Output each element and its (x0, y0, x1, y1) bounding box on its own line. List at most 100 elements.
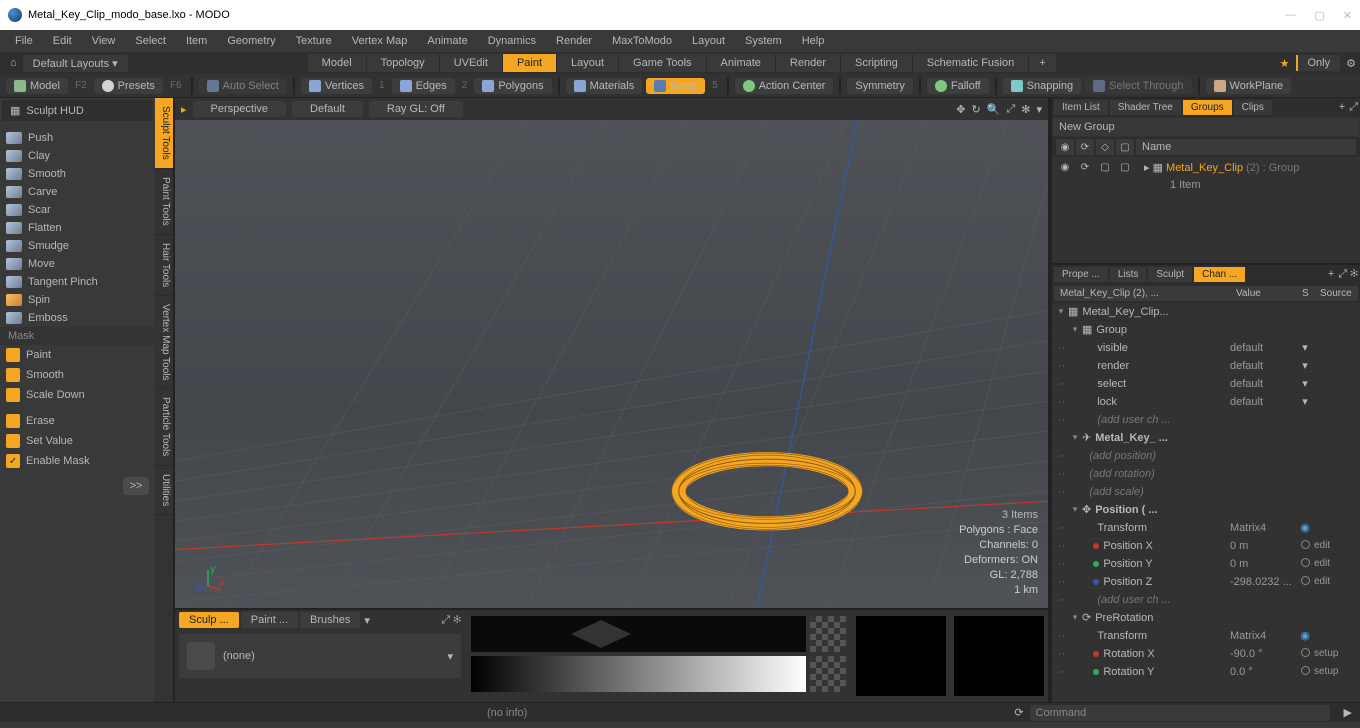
chevron-down-icon[interactable]: ▾ (447, 650, 453, 663)
tool-clay[interactable]: Clay (0, 147, 155, 165)
tab-uvedit[interactable]: UVEdit (440, 54, 503, 72)
tool-move[interactable]: Move (0, 255, 155, 273)
vtab-utilities[interactable]: Utilities (155, 466, 173, 515)
gear-icon[interactable]: ⚙ (1346, 57, 1356, 70)
close-button[interactable]: ✕ (1343, 9, 1352, 22)
rtab-channels[interactable]: Chan ... (1194, 267, 1245, 282)
move-icon[interactable]: ✥ (956, 103, 965, 116)
vtab-paint[interactable]: Paint Tools (155, 169, 173, 235)
menu-animate[interactable]: Animate (418, 33, 476, 49)
mask-smooth[interactable]: Smooth (0, 365, 155, 385)
maximize-button[interactable]: ▢ (1314, 9, 1324, 22)
rtab-itemlist[interactable]: Item List (1054, 100, 1108, 115)
ch-metalkey[interactable]: ▾✈Metal_Key_ ... (1052, 429, 1360, 447)
mask-scaledown[interactable]: Scale Down (0, 385, 155, 405)
rtab-clips[interactable]: Clips (1234, 100, 1272, 115)
vtab-hair[interactable]: Hair Tools (155, 235, 173, 296)
ch-prerot[interactable]: ▾⟳PreRotation (1052, 609, 1360, 627)
tab-scripting[interactable]: Scripting (841, 54, 913, 72)
viewport-options-icon[interactable]: ▸ (181, 103, 187, 116)
tab-animate[interactable]: Animate (707, 54, 776, 72)
ch-addrot[interactable]: ··(add rotation) (1052, 465, 1360, 483)
expand-icon[interactable]: ⤢ ✻ (1338, 268, 1358, 281)
vtab-particle[interactable]: Particle Tools (155, 389, 173, 465)
btab-brushes[interactable]: Brushes (300, 612, 360, 628)
checker-thumb-2[interactable] (810, 656, 846, 692)
checker-thumb-1[interactable] (810, 616, 846, 652)
view-default[interactable]: Default (292, 101, 363, 117)
sculpt-hud-button[interactable]: ▦ Sculpt HUD (2, 100, 153, 121)
only-button[interactable]: Only (1296, 55, 1341, 71)
tab-paint[interactable]: Paint (503, 54, 557, 72)
ch-addscl[interactable]: ··(add scale) (1052, 483, 1360, 501)
menu-edit[interactable]: Edit (44, 33, 81, 49)
ch-addch2[interactable]: ··(add user ch ... (1052, 591, 1360, 609)
presets-button[interactable]: Presets (94, 78, 163, 94)
ch-posx[interactable]: ··Position X0 medit (1052, 537, 1360, 555)
snapping-button[interactable]: Snapping (1003, 78, 1082, 94)
tab-topology[interactable]: Topology (367, 54, 440, 72)
mask-setvalue[interactable]: Set Value (0, 431, 155, 451)
col-icon[interactable]: ◇ (1096, 139, 1114, 155)
rtab-properties[interactable]: Prope ... (1054, 267, 1108, 282)
materials-button[interactable]: Materials (566, 78, 643, 94)
group-item[interactable]: ◉⟳▢▢ ▸ ▦ Metal_Key_Clip (2) : Group (1052, 157, 1360, 177)
rtab-lists[interactable]: Lists (1110, 267, 1147, 282)
chevron-down-icon[interactable]: ▾ (1036, 103, 1042, 116)
vertices-button[interactable]: Vertices (301, 78, 372, 94)
btab-paint[interactable]: Paint ... (241, 612, 298, 628)
edges-button[interactable]: Edges (392, 78, 455, 94)
vtab-sculpt[interactable]: Sculpt Tools (155, 98, 173, 169)
menu-render[interactable]: Render (547, 33, 601, 49)
menu-item[interactable]: Item (177, 33, 216, 49)
rtab-shadertree[interactable]: Shader Tree (1110, 100, 1181, 115)
menu-system[interactable]: System (736, 33, 791, 49)
menu-layout[interactable]: Layout (683, 33, 734, 49)
tab-schematic[interactable]: Schematic Fusion (913, 54, 1029, 72)
menu-texture[interactable]: Texture (287, 33, 341, 49)
ch-group[interactable]: ▾▦Group (1052, 321, 1360, 339)
expand-icon[interactable]: ⤢ ✻ (441, 614, 461, 627)
menu-view[interactable]: View (83, 33, 125, 49)
gear-icon[interactable]: ✻ (1021, 103, 1030, 116)
rtab-groups[interactable]: Groups (1183, 100, 1232, 115)
ch-lock[interactable]: ··lockdefault▾ (1052, 393, 1360, 411)
layouts-dropdown[interactable]: Default Layouts ▾ (23, 55, 128, 72)
viewport-3d[interactable]: xyz 3 Items Polygons : Face Channels: 0 … (175, 120, 1048, 608)
tool-tangentpinch[interactable]: Tangent Pinch (0, 273, 155, 291)
mask-erase[interactable]: Erase (0, 411, 155, 431)
expand-icon[interactable]: ⤢ (1349, 101, 1358, 114)
rtab-sculpt[interactable]: Sculpt (1148, 267, 1192, 282)
mask-enable[interactable]: ✓Enable Mask (0, 451, 155, 471)
ch-addpos[interactable]: ··(add position) (1052, 447, 1360, 465)
tool-scar[interactable]: Scar (0, 201, 155, 219)
ch-select[interactable]: ··selectdefault▾ (1052, 375, 1360, 393)
menu-geometry[interactable]: Geometry (218, 33, 284, 49)
command-input[interactable]: Command (1030, 705, 1330, 721)
fit-icon[interactable]: ⤢ (1006, 103, 1015, 116)
eye-icon[interactable]: ◉ (1056, 139, 1074, 155)
btab-sculpt[interactable]: Sculp ... (179, 612, 239, 628)
ch-position[interactable]: ▾✥Position ( ... (1052, 501, 1360, 519)
polygons-button[interactable]: Polygons (474, 78, 551, 94)
ch-root[interactable]: ▾▦Metal_Key_Clip... (1052, 303, 1360, 321)
view-perspective[interactable]: Perspective (193, 101, 286, 117)
link-icon[interactable]: ⟳ (1076, 139, 1094, 155)
tool-spin[interactable]: Spin (0, 291, 155, 309)
vtab-vertexmap[interactable]: Vertex Map Tools (155, 296, 173, 390)
tool-flatten[interactable]: Flatten (0, 219, 155, 237)
items-button[interactable]: Items (646, 78, 705, 94)
tool-smooth[interactable]: Smooth (0, 165, 155, 183)
add-icon[interactable]: + (1339, 101, 1345, 114)
ch-visible[interactable]: ··visibledefault▾ (1052, 339, 1360, 357)
chevron-down-icon[interactable]: ▾ (364, 614, 370, 627)
tool-carve[interactable]: Carve (0, 183, 155, 201)
home-icon[interactable]: ⌂ (4, 57, 23, 69)
gradient-bar-1[interactable] (471, 616, 806, 652)
symmetry-button[interactable]: Symmetry (847, 78, 913, 94)
tool-smudge[interactable]: Smudge (0, 237, 155, 255)
new-group-button[interactable]: New Group (1053, 118, 1359, 136)
menu-select[interactable]: Select (126, 33, 175, 49)
minimize-button[interactable]: — (1285, 9, 1296, 22)
ch-roty[interactable]: ··Rotation Y0.0 °setup (1052, 663, 1360, 681)
